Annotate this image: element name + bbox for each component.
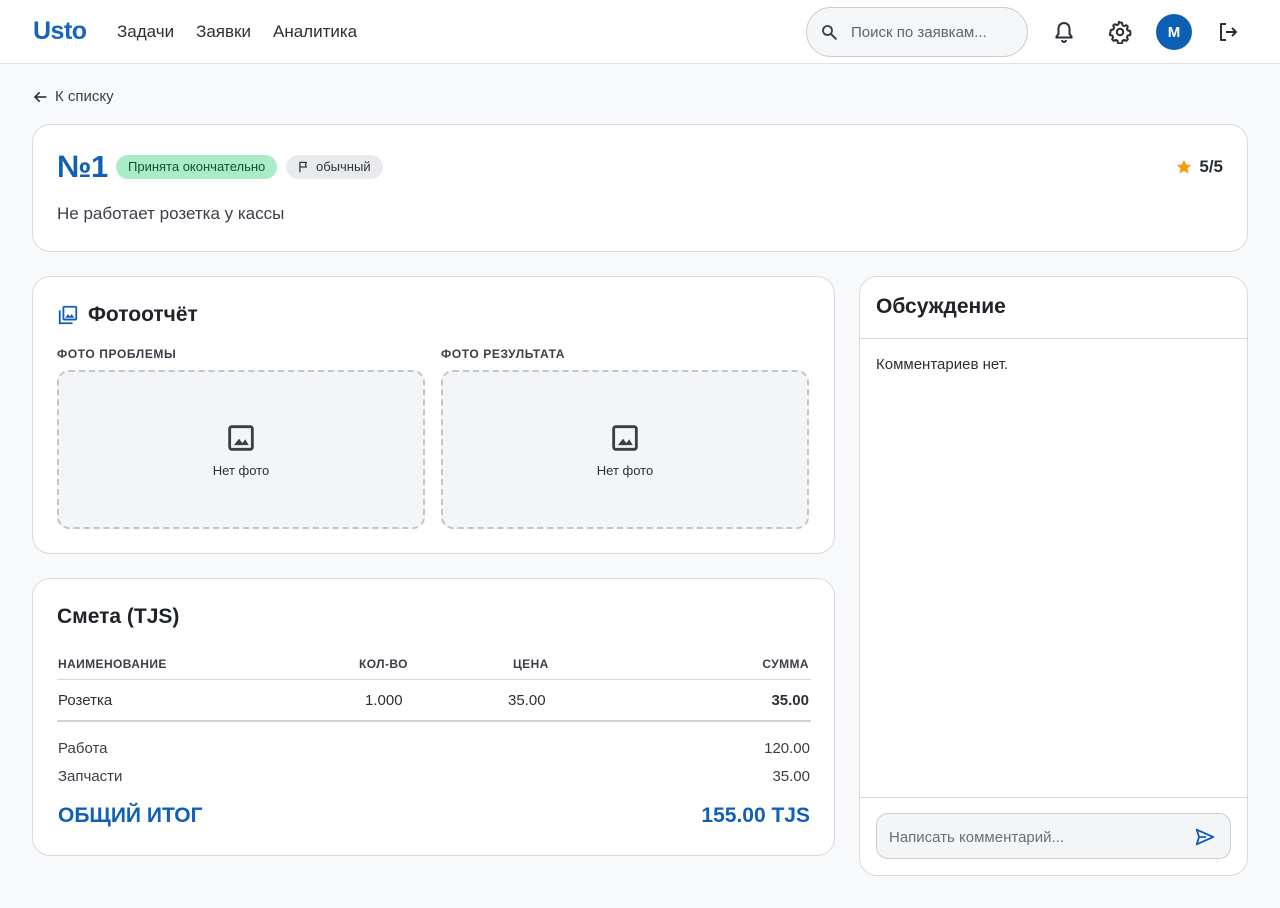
total-label: ОБЩИЙ ИТОГ xyxy=(58,804,203,827)
send-icon[interactable] xyxy=(1194,826,1216,848)
image-icon xyxy=(228,425,254,451)
table-footer-divider xyxy=(57,720,811,722)
work-value: 120.00 xyxy=(764,740,810,757)
total-value: 155.00 TJS xyxy=(701,804,810,827)
photo-report-card: Фотоотчёт ФОТО ПРОБЛЕМЫ ФОТО РЕЗУЛЬТАТА … xyxy=(32,276,835,554)
nav-item-requests[interactable]: Заявки xyxy=(196,22,251,42)
estimate-title: Смета (TJS) xyxy=(57,605,180,628)
discussion-header-divider xyxy=(860,338,1247,339)
estimate-card: Смета (TJS) НАИМЕНОВАНИЕ КОЛ-ВО ЦЕНА СУМ… xyxy=(32,578,835,856)
comment-box xyxy=(876,813,1231,859)
col-header-sum: СУММА xyxy=(762,657,809,671)
status-badge: Принята окончательно xyxy=(116,155,278,179)
problem-photo-label: ФОТО ПРОБЛЕМЫ xyxy=(57,347,177,361)
comment-input[interactable] xyxy=(889,825,1179,849)
logo[interactable]: Usto xyxy=(33,17,87,46)
parts-label: Запчасти xyxy=(58,768,123,785)
photo-report-title: Фотоотчёт xyxy=(57,303,198,327)
row-item-price: 35.00 xyxy=(508,692,546,709)
problem-photo-placeholder[interactable]: Нет фото xyxy=(57,370,425,529)
main-nav: Задачи Заявки Аналитика xyxy=(117,22,357,42)
nav-item-analytics[interactable]: Аналитика xyxy=(273,22,357,42)
avatar[interactable]: M xyxy=(1156,14,1192,50)
ticket-header-card: №1 Принята окончательно обычный 5/5 Не р… xyxy=(32,124,1248,252)
logout-icon[interactable] xyxy=(1216,20,1240,44)
result-photo-label: ФОТО РЕЗУЛЬТАТА xyxy=(441,347,566,361)
no-comments-text: Комментариев нет. xyxy=(876,356,1009,373)
photo-library-icon xyxy=(58,305,78,325)
back-link-label: К списку xyxy=(55,88,114,105)
row-item-qty: 1.000 xyxy=(365,692,403,709)
nav-item-tasks[interactable]: Задачи xyxy=(117,22,174,42)
star-icon xyxy=(1177,159,1192,174)
photo-report-label: Фотоотчёт xyxy=(88,303,198,326)
bell-icon[interactable] xyxy=(1052,20,1076,44)
parts-value: 35.00 xyxy=(772,768,810,785)
row-item-sum: 35.00 xyxy=(771,692,809,709)
ticket-number: №1 xyxy=(57,149,108,184)
search-icon xyxy=(822,25,837,40)
top-bar: Usto Задачи Заявки Аналитика M xyxy=(0,0,1280,64)
discussion-card: Обсуждение Комментариев нет. xyxy=(859,276,1248,876)
table-header-divider xyxy=(57,679,811,680)
rating-value: 5/5 xyxy=(1199,157,1223,176)
arrow-left-icon xyxy=(33,91,47,102)
col-header-qty: КОЛ-ВО xyxy=(359,657,408,671)
priority-badge: обычный xyxy=(286,155,383,179)
discussion-title: Обсуждение xyxy=(876,295,1006,318)
gear-icon[interactable] xyxy=(1108,20,1132,44)
work-label: Работа xyxy=(58,740,108,757)
search-box xyxy=(806,7,1028,57)
grand-total: ОБЩИЙ ИТОГ 155.00 TJS xyxy=(58,804,810,828)
col-header-name: НАИМЕНОВАНИЕ xyxy=(58,657,167,671)
rating: 5/5 xyxy=(1175,157,1223,177)
no-photo-label: Нет фото xyxy=(596,463,654,478)
row-item-name: Розетка xyxy=(58,692,113,709)
no-photo-label: Нет фото xyxy=(212,463,270,478)
image-icon xyxy=(612,425,638,451)
work-summary: Работа 120.00 xyxy=(58,740,810,757)
discussion-footer-divider xyxy=(860,797,1247,798)
back-to-list-link[interactable]: К списку xyxy=(33,88,114,105)
flag-icon xyxy=(299,161,307,173)
parts-summary: Запчасти 35.00 xyxy=(58,768,810,785)
priority-label: обычный xyxy=(316,159,371,174)
ticket-description: Не работает розетка у кассы xyxy=(57,204,285,223)
result-photo-placeholder[interactable]: Нет фото xyxy=(441,370,809,529)
search-input[interactable] xyxy=(851,20,1016,44)
col-header-price: ЦЕНА xyxy=(513,657,549,671)
